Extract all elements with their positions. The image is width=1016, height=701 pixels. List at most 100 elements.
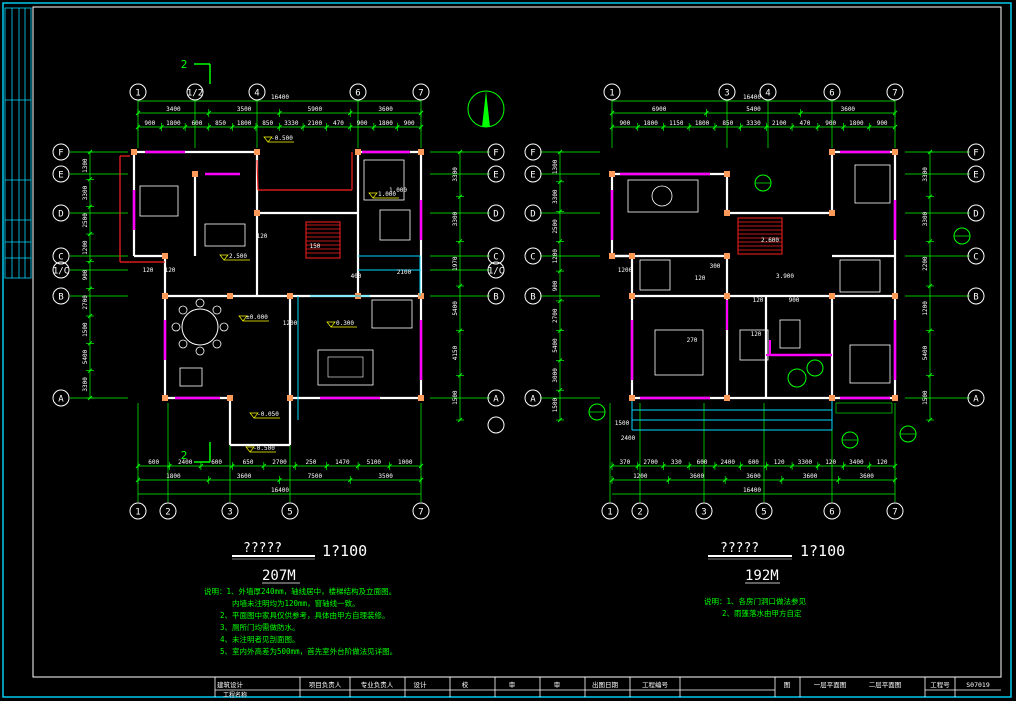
plan1-axis-bottom-4-label: 7 [418,508,423,518]
plan2-axis-bottom-1-label: 2 [637,508,642,518]
plan1-note-5: 4、未注明者见剖面图。 [220,634,300,644]
plan1-column-5 [162,293,168,299]
plan1-axis-left-4-label: 1/C [53,267,69,277]
plan2-axis-bottom-0-label: 1 [607,508,612,518]
plan2-top-dims-2-label-5: 3330 [746,120,761,127]
plan2-misc-0: 1200 [618,267,633,274]
plan2-bottom-dims-1-label-1: 2700 [643,459,658,466]
plan2-axis-right-2-label: D [973,210,978,220]
plan1-bottom-dims-1-label-7: 5100 [367,459,382,466]
plan2-bottom-dims-1-label-4: 2400 [721,459,736,466]
plan2-column-5 [892,149,898,155]
title-block-cell-2: 专业负责人 [361,680,394,689]
plan2-axis-left-1-label: E [530,171,535,181]
plan2-left-dims-label-4: 900 [552,280,559,291]
plan2-top-dims-1-label-2: 3600 [841,106,856,113]
plan2-axis-top-0-label: 1 [609,89,614,99]
plan1-column-15 [227,395,233,401]
plan1-note-6: 5、室内外高差为500mm，首先室外台阶做法见详图。 [220,646,397,656]
plan1-top-dims-2-label-8: 470 [333,120,344,127]
plan1-section-bottom: 2 [181,449,188,462]
plan2-column-1 [724,171,730,177]
plan2-misc-3: 120 [751,331,762,338]
plan2-axis-left-0-label: F [530,149,535,159]
plan1-level-3: ±0.000 [246,314,268,321]
plan2-axis-right-4-label: B [973,293,978,303]
plan1-axis-right-2-label: D [493,210,498,220]
plan2-top-dims-1-label-0: 6900 [652,106,667,113]
plan2-right-dims-label-0: 3300 [922,167,929,182]
plan1-axis-right-1-label: E [493,171,498,181]
plan1-level-0: -0.500 [271,135,293,142]
plan2-right-dims-label-3: 1200 [922,301,929,316]
plan1-misc-2: 1.000 [389,187,407,194]
plan1-bottom-dims-1-label-5: 250 [306,459,317,466]
canvas-background [0,0,1016,701]
plan2-right-dims-label-1: 3300 [922,211,929,226]
plan1-axis-bottom-0-label: 1 [135,508,140,518]
plan2-axis-top-4-label: 7 [892,89,897,99]
plan2-bottom-dims-2-label-2: 3600 [746,473,761,480]
plan2-column-4 [829,149,835,155]
plan2-top-dims-2-label-1: 1800 [643,120,658,127]
plan1-bottom-dims-1-label-4: 2700 [272,459,287,466]
plan1-top-dims-2-label-11: 900 [404,120,415,127]
plan1-left-dims-label-3: 1200 [82,240,89,255]
plan1-left-dims-label-6: 1500 [82,322,89,337]
plan1-top-dims-2-label-10: 1800 [378,120,393,127]
plan1-top-dims-1-label-2: 5900 [308,106,323,113]
plan2-top-dims-2-label-7: 470 [800,120,811,127]
plan1-top-dims-2-label-7: 2100 [308,120,323,127]
plan1-bottom-dims-2-label-0: 1800 [166,473,181,480]
plan1-column-4 [162,253,168,259]
plan1-misc-6: 1200 [283,320,298,327]
plan1-misc-4: 2100 [397,269,412,276]
plan1-axis-right-5-label: B [493,293,498,303]
plan2-left-dims-label-1: 3300 [552,189,559,204]
plan2-axis-left-2-label: D [530,210,535,220]
plan2-column-0 [609,171,615,177]
plan1-column-9 [418,293,424,299]
plan2-overall-top: 16400 [743,94,761,101]
plan1-top-dims-2-label-3: 850 [215,120,226,127]
plan1-axis-bottom-2-label: 3 [227,508,232,518]
plan1-level-2: 2.500 [229,253,247,260]
plan1-note-1: 说明：1、外墙厚240mm，轴线居中，楼梯结构及立面图。 [204,586,396,596]
plan2-left-dims-label-6: 5400 [552,338,559,353]
plan1-right-dims-label-5: 1500 [452,390,459,405]
plan1-axis-left-3-label: C [58,253,63,263]
plan1-axis-right-0-label: F [493,149,498,159]
plan2-column-8 [724,253,730,259]
plan2-axis-left-5-label: A [530,395,536,405]
title-block-cell-1: 项目负责人 [309,680,342,689]
plan2-misc-1: 120 [695,275,706,282]
title-block-cell-8: 工程编号 [642,680,669,689]
plan2-top-dims-2-label-3: 1800 [695,120,710,127]
plan1-left-dims-label-8: 3300 [82,377,89,392]
plan2-column-14 [724,395,730,401]
plan2-top-dims-2-label-8: 900 [825,120,836,127]
plan1-column-3 [254,210,260,216]
plan1-note-2: 内墙未注明均为120mm，窗轴线一致。 [232,598,360,608]
plan1-axis-right-3-label: C [493,253,498,263]
plan1-column-0 [131,149,137,155]
plan2-left-dims-label-7: 3000 [552,368,559,383]
plan2-axis-bottom-3-label: 5 [761,508,766,518]
plan1-top-dims-1-label-3: 3600 [378,106,393,113]
plan1-top-dims-2-label-4: 1800 [237,120,252,127]
plan2-left-dims-label-0: 1300 [552,159,559,174]
plan2-note-1: 说明：1、各房门洞口做法参见 [704,596,807,606]
plan1-axis-top-2-label: 4 [254,89,259,99]
plan2-axis-left-4-label: B [530,293,535,303]
plan2-column-2 [724,210,730,216]
plan1-note-4: 3、厕所门均需做防水。 [220,622,300,632]
plan1-axis-top-1-label: 1/2 [187,89,203,99]
plan1-axis-left-1-label: E [58,171,63,181]
plan1-axis-bottom-1-label: 2 [165,508,170,518]
plan1-right-dims-label-3: 5400 [452,301,459,316]
plan1-axis-top-4-label: 7 [418,89,423,99]
plan2-bottom-dims-1-label-10: 120 [877,459,888,466]
plan1-right-dims-label-2: 1970 [452,256,459,271]
plan2-bottom-dims-2-label-1: 3600 [690,473,705,480]
plan1-right-dims-label-4: 4150 [452,345,459,360]
